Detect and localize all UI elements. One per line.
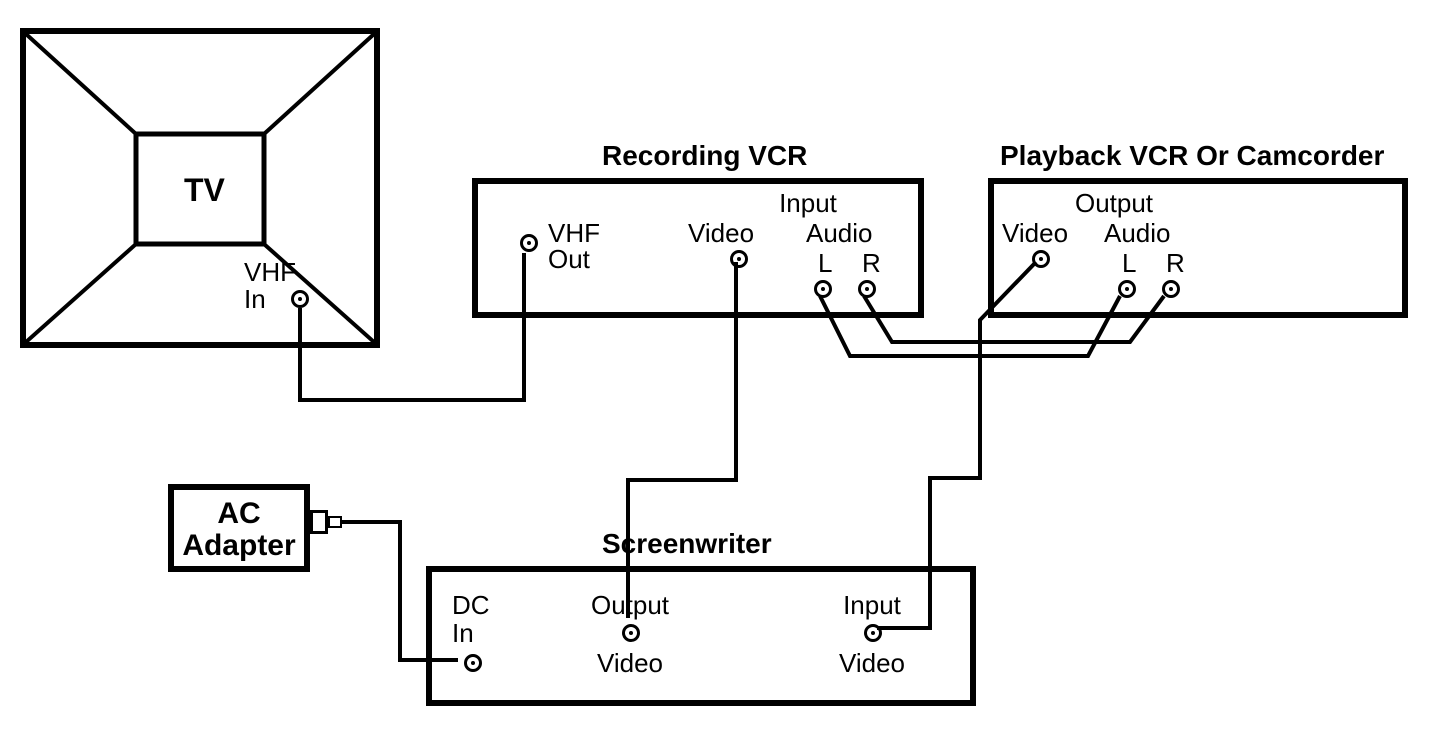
recording-vcr-box: VHF Out Input Video Audio L R xyxy=(472,178,924,318)
wiring-diagram: TV VHF In Recording VCR VHF Out Input Vi… xyxy=(0,0,1445,752)
ac-adapter-plug xyxy=(310,510,328,534)
screenwriter-title: Screenwriter xyxy=(602,528,772,560)
playback-vcr-video-label: Video xyxy=(1002,220,1068,247)
screenwriter-dc-in-port xyxy=(464,654,482,672)
tv-vhf-in-label-2: In xyxy=(244,286,266,313)
playback-vcr-audio-l-port xyxy=(1118,280,1136,298)
tv-box: TV VHF In xyxy=(20,28,380,348)
screenwriter-dc-in-1: DC xyxy=(452,592,490,619)
screenwriter-output-video-port xyxy=(622,624,640,642)
playback-vcr-audio-label: Audio xyxy=(1104,220,1171,247)
screenwriter-dc-in-2: In xyxy=(452,620,474,647)
tv-vhf-in-label-1: VHF xyxy=(244,259,296,286)
tv-label: TV xyxy=(184,174,225,208)
screenwriter-input-video-port xyxy=(864,624,882,642)
ac-adapter-box: AC Adapter xyxy=(168,484,310,572)
recording-vcr-audio-label: Audio xyxy=(806,220,873,247)
recording-vcr-title: Recording VCR xyxy=(602,140,807,172)
playback-vcr-r-label: R xyxy=(1166,250,1185,277)
screenwriter-input-video-label: Video xyxy=(822,650,922,677)
screenwriter-output-label: Output xyxy=(580,592,680,619)
playback-vcr-title: Playback VCR Or Camcorder xyxy=(1000,140,1384,172)
recording-vcr-video-in-port xyxy=(730,250,748,268)
recording-vcr-audio-r-port xyxy=(858,280,876,298)
recording-vcr-vhf-out-2: Out xyxy=(548,246,590,273)
recording-vcr-vhf-out-port xyxy=(520,234,538,252)
recording-vcr-video-label: Video xyxy=(688,220,754,247)
playback-vcr-output-group: Output xyxy=(1054,190,1174,217)
playback-vcr-video-out-port xyxy=(1032,250,1050,268)
tv-vhf-in-port xyxy=(291,290,309,308)
playback-vcr-box: Output Video Audio L R xyxy=(988,178,1408,318)
screenwriter-output-video-label: Video xyxy=(580,650,680,677)
screenwriter-box: DC In Output Video Input Video xyxy=(426,566,976,706)
ac-adapter-label-1: AC xyxy=(174,498,304,530)
screenwriter-input-label: Input xyxy=(822,592,922,619)
ac-adapter-label-2: Adapter xyxy=(174,530,304,562)
ac-adapter-plug-tip xyxy=(328,516,342,528)
recording-vcr-l-label: L xyxy=(818,250,832,277)
playback-vcr-audio-r-port xyxy=(1162,280,1180,298)
playback-vcr-l-label: L xyxy=(1122,250,1136,277)
recording-vcr-r-label: R xyxy=(862,250,881,277)
recording-vcr-audio-l-port xyxy=(814,280,832,298)
recording-vcr-input-group: Input xyxy=(748,190,868,217)
